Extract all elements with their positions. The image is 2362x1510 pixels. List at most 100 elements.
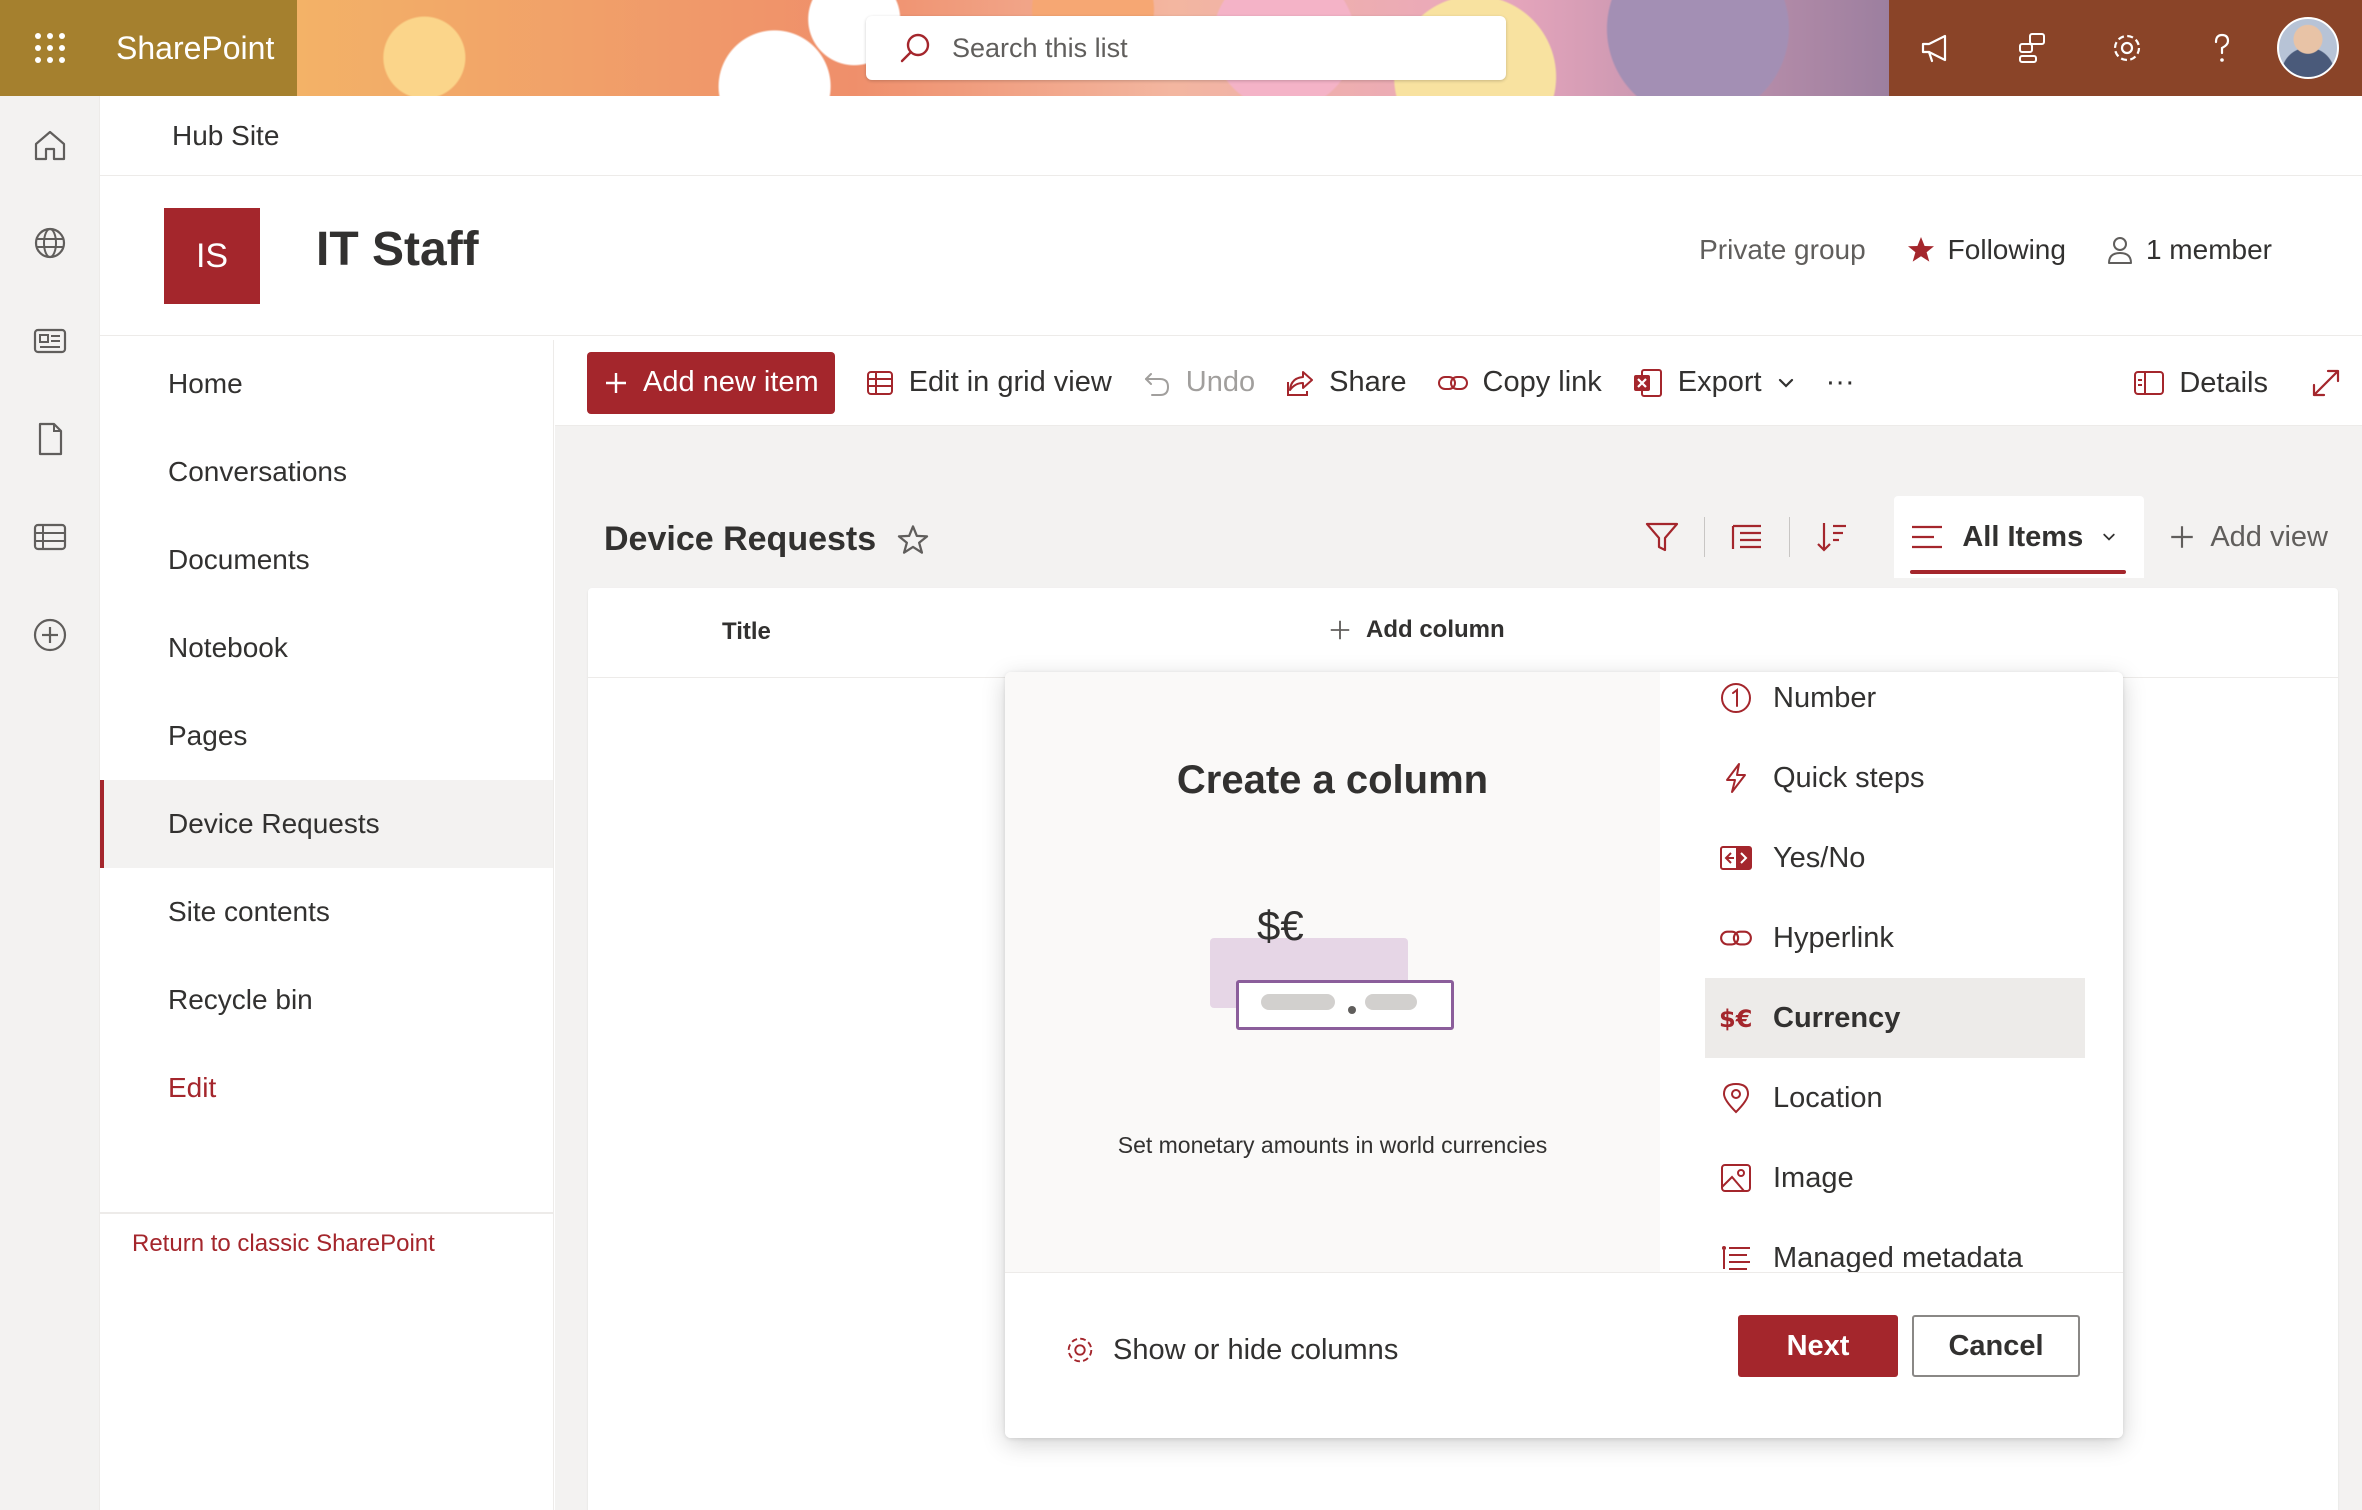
undo-label: Undo xyxy=(1185,366,1256,398)
hub-navigation: Hub Site xyxy=(100,96,2362,176)
column-type-location[interactable]: Location xyxy=(1705,1058,2085,1138)
edit-grid-view-button[interactable]: Edit in grid view xyxy=(865,366,1112,399)
column-preview: Create a column $€ Set monetary amounts … xyxy=(1005,672,1660,1272)
svg-text:$€: $€ xyxy=(1719,1005,1752,1033)
command-bar: Add new item Edit in grid view Undo Shar… xyxy=(555,340,2362,426)
home-icon xyxy=(34,130,66,161)
excel-icon xyxy=(1633,368,1662,397)
more-commands-button[interactable]: ··· xyxy=(1826,366,1855,399)
list-title[interactable]: Device Requests xyxy=(604,520,876,559)
nav-item-pages[interactable]: Pages xyxy=(100,692,553,780)
user-avatar[interactable] xyxy=(2277,17,2339,79)
filter-button[interactable] xyxy=(1620,496,1704,578)
details-pane-icon xyxy=(2134,371,2165,395)
nav-edit-link[interactable]: Edit xyxy=(100,1044,553,1132)
appbar-news-button[interactable] xyxy=(0,292,100,390)
copy-link-label: Copy link xyxy=(1482,366,1602,398)
members-label: 1 member xyxy=(2145,234,2272,265)
undo-icon xyxy=(1144,372,1169,396)
view-tools: All Items Add view xyxy=(1620,496,2362,578)
nav-item-notebook[interactable]: Notebook xyxy=(100,604,553,692)
following-label: Following xyxy=(1947,234,2066,265)
column-type-managed-metadata[interactable]: Managed metadata xyxy=(1705,1218,2085,1272)
column-header-title[interactable]: Title xyxy=(722,618,771,646)
add-view-label: Add view xyxy=(2210,520,2328,553)
privacy-label: Private group xyxy=(1699,234,1866,265)
cancel-button[interactable]: Cancel xyxy=(1912,1315,2080,1377)
search-input[interactable] xyxy=(952,32,1472,64)
announcements-button[interactable] xyxy=(1889,0,1984,96)
grid-icon xyxy=(866,370,893,395)
view-name: All Items xyxy=(1962,520,2084,553)
network-icon xyxy=(2018,33,2045,63)
grid-header: Title Add column xyxy=(588,588,2338,678)
show-hide-columns-button[interactable]: Show or hide columns xyxy=(1063,1333,1398,1367)
share-button[interactable]: Share xyxy=(1285,366,1407,399)
add-new-item-button[interactable]: Add new item xyxy=(587,351,835,414)
share-icon xyxy=(1287,370,1314,396)
person-icon xyxy=(2107,237,2132,264)
brand-link[interactable]: SharePoint xyxy=(116,30,274,67)
following-button[interactable]: Following xyxy=(1906,234,2066,266)
sort-button[interactable] xyxy=(1790,496,1874,578)
return-classic-link[interactable]: Return to classic SharePoint xyxy=(132,1230,435,1258)
my-network-button[interactable] xyxy=(1984,0,2079,96)
appbar-lists-button[interactable] xyxy=(0,488,100,586)
undo-button[interactable]: Undo xyxy=(1142,366,1255,399)
nav-item-device-requests[interactable]: Device Requests xyxy=(100,780,553,868)
add-view-button[interactable]: Add view xyxy=(2168,521,2328,554)
column-type-hyperlink[interactable]: Hyperlink xyxy=(1705,898,2085,978)
column-type-quick-steps[interactable]: Quick steps xyxy=(1705,738,2085,818)
panel-footer: Show or hide columns Next Cancel xyxy=(1005,1272,2123,1438)
more-label: ··· xyxy=(1825,366,1855,398)
column-type-currency[interactable]: $€ Currency xyxy=(1705,978,2085,1058)
export-label: Export xyxy=(1677,366,1762,398)
location-pin-icon xyxy=(1722,1082,1750,1114)
appbar-files-button[interactable] xyxy=(0,390,100,488)
appbar-home-button[interactable] xyxy=(0,96,100,194)
filter-icon xyxy=(1646,522,1679,552)
column-type-description: Set monetary amounts in world currencies xyxy=(1117,1132,1548,1158)
column-type-yes-no[interactable]: Yes/No xyxy=(1705,818,2085,898)
link-icon xyxy=(1437,375,1468,390)
appbar-sites-button[interactable] xyxy=(0,194,100,292)
members-button[interactable]: 1 member xyxy=(2106,234,2272,266)
next-button[interactable]: Next xyxy=(1738,1315,1898,1377)
nav-item-recycle-bin[interactable]: Recycle bin xyxy=(100,956,553,1044)
copy-link-button[interactable]: Copy link xyxy=(1437,366,1602,399)
details-button[interactable]: Details xyxy=(2133,367,2268,400)
nav-item-home[interactable]: Home xyxy=(100,340,553,428)
suite-bar: SharePoint xyxy=(0,0,2362,96)
number-circle-icon xyxy=(1721,683,1751,713)
image-icon xyxy=(1721,1164,1751,1192)
view-switcher[interactable]: All Items xyxy=(1894,496,2145,578)
column-type-label: Hyperlink xyxy=(1773,921,1894,954)
hub-site-link[interactable]: Hub Site xyxy=(172,120,279,152)
nav-item-conversations[interactable]: Conversations xyxy=(100,428,553,516)
globe-icon xyxy=(34,227,66,259)
show-hide-label: Show or hide columns xyxy=(1113,1333,1399,1366)
column-type-label: Managed metadata xyxy=(1773,1241,2023,1273)
nav-item-site-contents[interactable]: Site contents xyxy=(100,868,553,956)
app-bar xyxy=(0,96,100,1510)
expand-button[interactable] xyxy=(2310,367,2342,399)
column-type-label: Image xyxy=(1773,1161,1854,1194)
settings-button[interactable] xyxy=(2079,0,2174,96)
group-by-button[interactable] xyxy=(1705,496,1789,578)
help-button[interactable] xyxy=(2174,0,2269,96)
site-logo[interactable]: IS xyxy=(164,208,260,304)
panel-title: Create a column xyxy=(1176,758,1489,802)
star-outline-icon[interactable] xyxy=(896,523,930,557)
site-title[interactable]: IT Staff xyxy=(316,222,479,277)
app-launcher-button[interactable] xyxy=(0,0,100,96)
add-column-button[interactable]: Add column xyxy=(1328,616,1505,644)
nav-divider xyxy=(100,1212,554,1214)
share-label: Share xyxy=(1329,366,1407,398)
nav-item-documents[interactable]: Documents xyxy=(100,516,553,604)
plus-icon xyxy=(2171,526,2194,548)
search-box[interactable] xyxy=(866,16,1506,80)
column-type-number[interactable]: Number xyxy=(1705,672,2085,738)
column-type-image[interactable]: Image xyxy=(1705,1138,2085,1218)
export-button[interactable]: Export xyxy=(1632,366,1796,399)
appbar-create-button[interactable] xyxy=(0,586,100,684)
